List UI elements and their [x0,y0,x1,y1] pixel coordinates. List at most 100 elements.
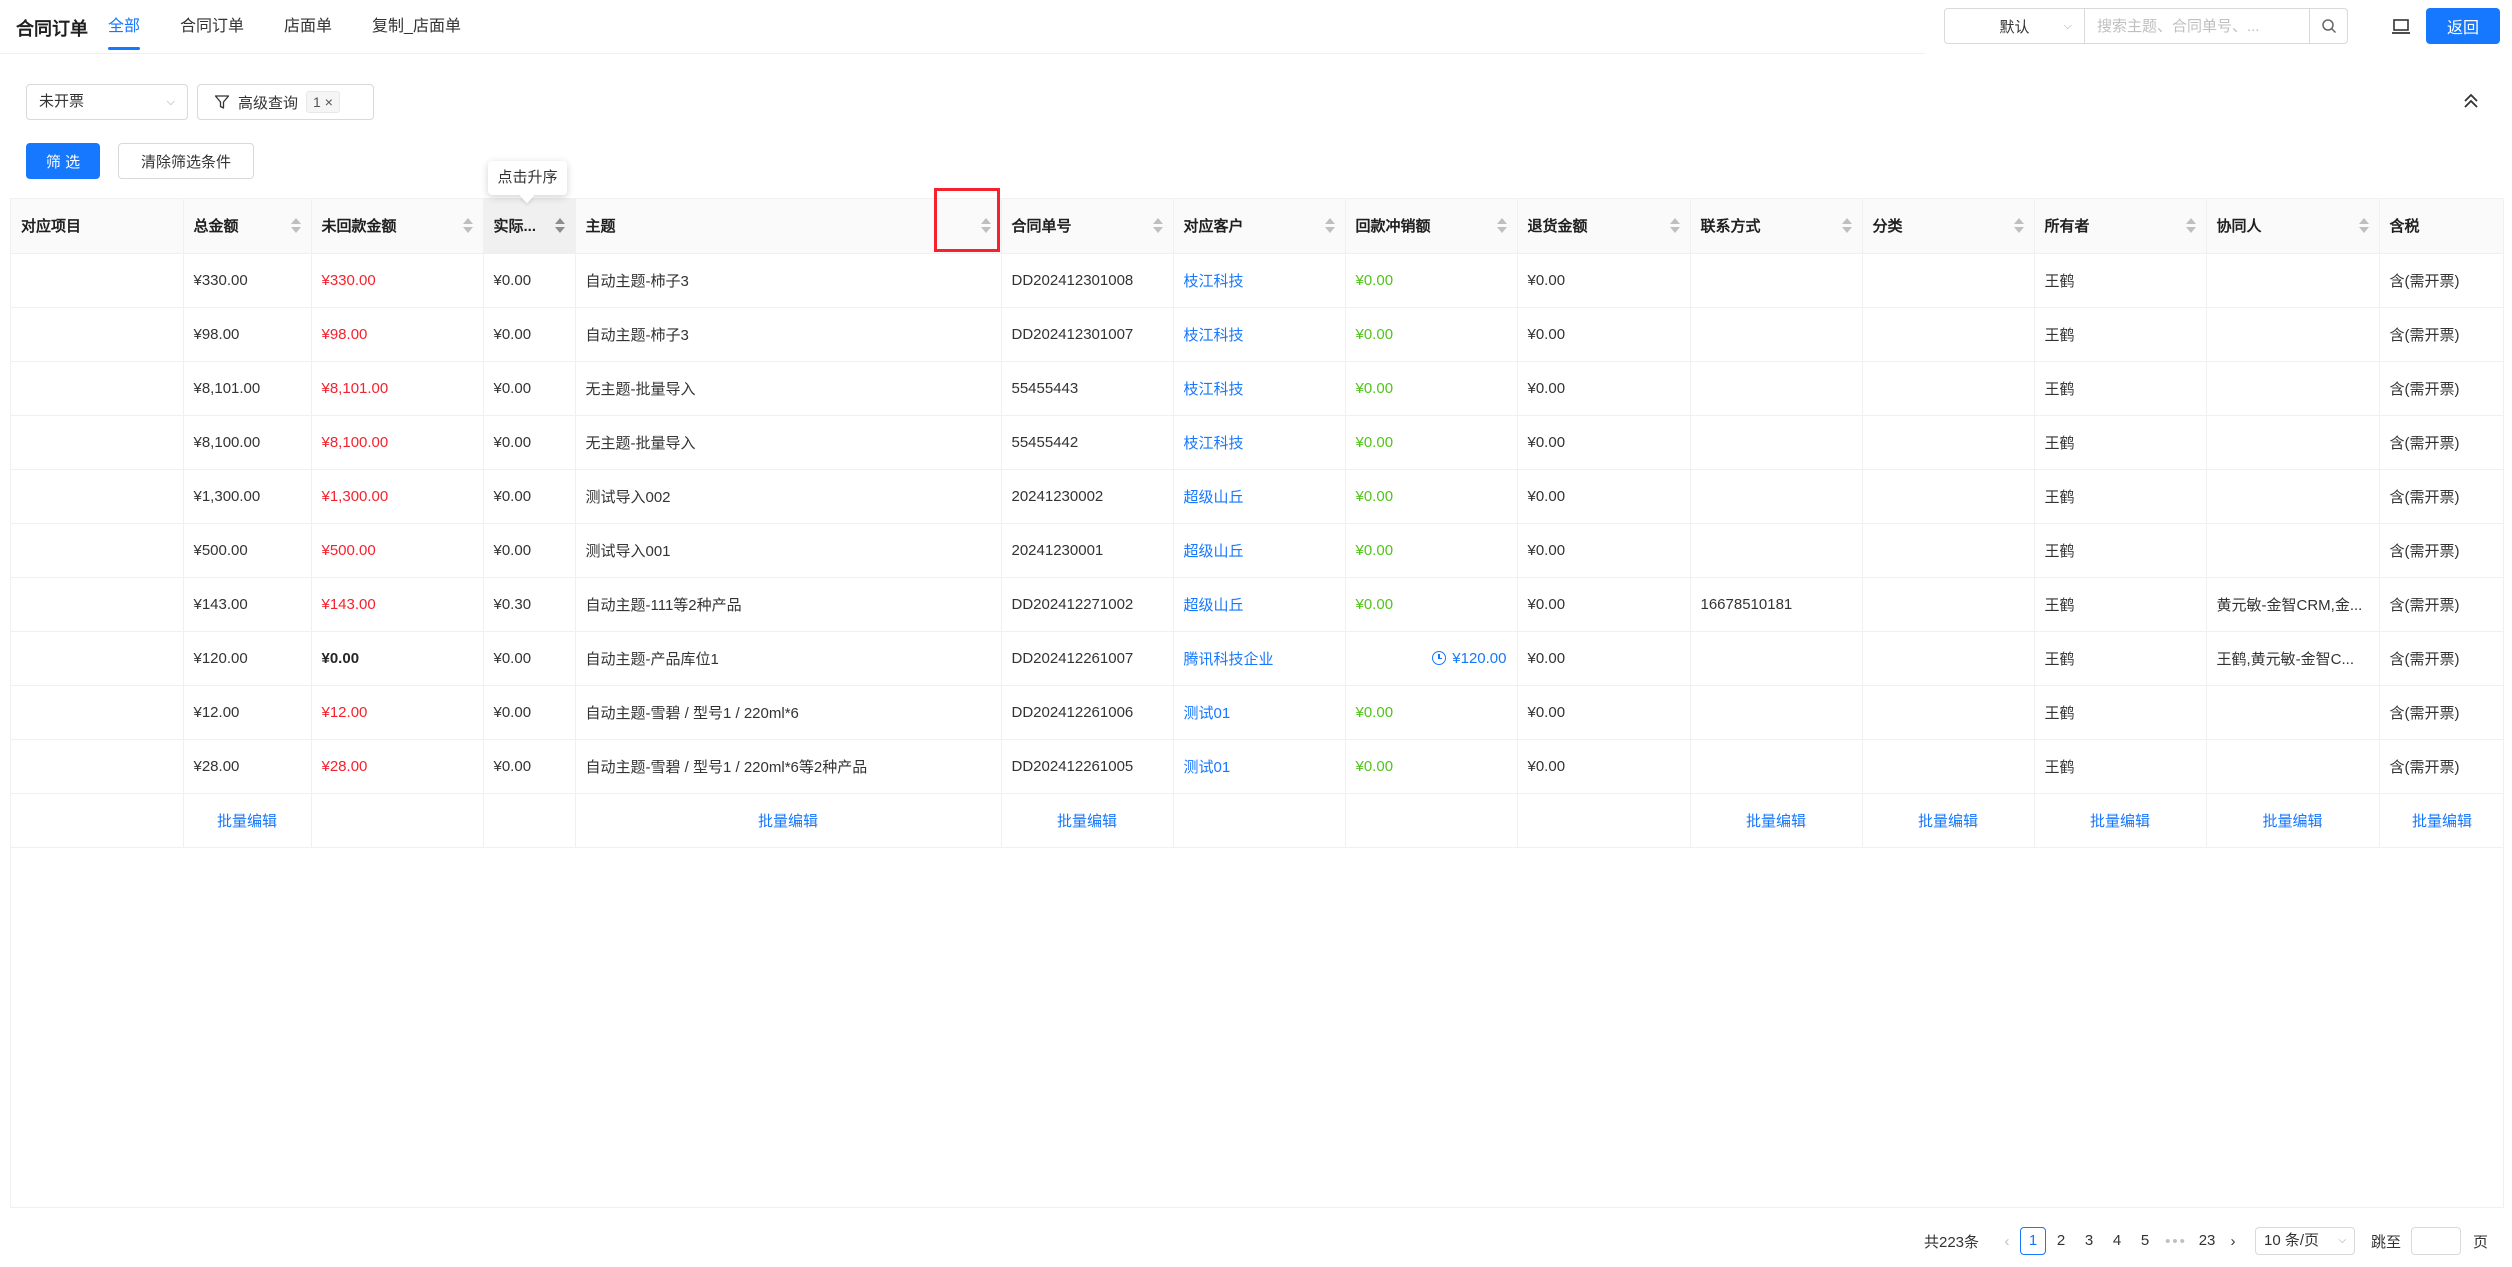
page-2[interactable]: 2 [2048,1227,2074,1255]
cell-writeoff: ¥0.00 [1345,685,1518,740]
sort-icon[interactable] [2013,218,2024,234]
col-header-tax[interactable]: 含税 [2379,199,2503,254]
layout-toggle-button[interactable] [2384,10,2418,44]
back-button[interactable]: 返回 [2426,8,2500,44]
sort-icon[interactable] [1152,218,1163,234]
customer-link[interactable]: 枝江科技 [1173,415,1346,470]
col-header-collaborator[interactable]: 协同人 [2206,199,2380,254]
batch-edit-owner-link[interactable]: 批量编辑 [2034,793,2207,848]
next-page-button[interactable]: › [2221,1233,2245,1250]
invoice-status-select[interactable]: 未开票 ⌵ [26,84,188,120]
page-4[interactable]: 4 [2104,1227,2130,1255]
table-row[interactable]: ¥1,300.00 ¥1,300.00 ¥0.00 测试导入002 202412… [11,469,2503,524]
customer-link[interactable]: 枝江科技 [1173,253,1346,308]
tab-all[interactable]: 全部 [108,0,141,54]
col-header-writeoff[interactable]: 回款冲销额 [1345,199,1518,254]
cell-subject: 自动主题-雪碧 / 型号1 / 220ml*6 [575,685,1002,740]
page-5[interactable]: 5 [2132,1227,2158,1255]
page-3[interactable]: 3 [2076,1227,2102,1255]
table-row[interactable]: ¥8,100.00 ¥8,100.00 ¥0.00 无主题-批量导入 55455… [11,415,2503,470]
cell-return: ¥0.00 [1517,253,1691,308]
prev-page-button[interactable]: ‹ [1995,1233,2019,1250]
sort-icon[interactable] [554,218,565,234]
batch-edit-category-link[interactable]: 批量编辑 [1862,793,2035,848]
cell-subject: 自动主题-柿子3 [575,253,1002,308]
view-select-value: 默认 [1999,18,2030,36]
sort-icon[interactable] [1669,218,1680,234]
table-row[interactable]: ¥500.00 ¥500.00 ¥0.00 测试导入001 2024123000… [11,523,2503,578]
batch-edit-collaborator-link[interactable]: 批量编辑 [2206,793,2380,848]
cell-return: ¥0.00 [1517,415,1691,470]
more-pages-ellipsis[interactable]: ••• [2159,1233,2193,1250]
page-1[interactable]: 1 [2020,1227,2047,1255]
table-row[interactable]: ¥330.00 ¥330.00 ¥0.00 自动主题-柿子3 DD2024123… [11,253,2503,308]
table-row[interactable]: ¥8,101.00 ¥8,101.00 ¥0.00 无主题-批量导入 55455… [11,361,2503,416]
apply-filter-button[interactable]: 筛 选 [26,143,100,179]
table-row[interactable]: ¥28.00 ¥28.00 ¥0.00 自动主题-雪碧 / 型号1 / 220m… [11,739,2503,794]
customer-link[interactable]: 枝江科技 [1173,361,1346,416]
cell-tax: 含(需开票) [2379,469,2503,524]
batch-edit-tax-link[interactable]: 批量编辑 [2379,793,2503,848]
customer-link[interactable]: 腾讯科技企业 [1173,631,1346,686]
cell-project [11,685,184,740]
customer-link[interactable]: 超级山丘 [1173,577,1346,632]
customer-link[interactable]: 枝江科技 [1173,307,1346,362]
table-row[interactable]: ¥120.00 ¥0.00 ¥0.00 自动主题-产品库位1 DD2024122… [11,631,2503,686]
cell-subject: 自动主题-雪碧 / 型号1 / 220ml*6等2种产品 [575,739,1002,794]
chevron-down-icon: ⌵ [2338,1235,2347,1246]
view-select[interactable]: 默认 ⌵ [1945,9,2085,43]
advanced-query-label: 高级查询 [238,94,299,112]
col-header-contact[interactable]: 联系方式 [1690,199,1863,254]
col-header-return[interactable]: 退货金额 [1517,199,1691,254]
col-header-unpaid[interactable]: 未回款金额 [311,199,484,254]
clock-icon [1432,650,1447,665]
customer-link[interactable]: 测试01 [1173,739,1346,794]
cell-collaborator: 王鹤,黄元敏-金智C... [2206,631,2380,686]
customer-link[interactable]: 超级山丘 [1173,523,1346,578]
col-header-order-no[interactable]: 合同单号 [1001,199,1174,254]
cell-project [11,469,184,524]
sort-icon[interactable] [1841,218,1852,234]
cell-return: ¥0.00 [1517,685,1691,740]
tab-copy-store-orders[interactable]: 复制_店面单 [372,0,461,54]
batch-edit-order-no-link[interactable]: 批量编辑 [1001,793,1174,848]
search-button[interactable] [2309,9,2347,43]
col-header-customer[interactable]: 对应客户 [1173,199,1346,254]
cell-total: ¥98.00 [183,307,312,362]
sort-icon[interactable] [2185,218,2196,234]
col-header-total[interactable]: 总金额 [183,199,312,254]
tab-contract-orders[interactable]: 合同订单 [180,0,244,54]
table-row[interactable]: ¥143.00 ¥143.00 ¥0.30 自动主题-111等2种产品 DD20… [11,577,2503,632]
table-row[interactable]: ¥12.00 ¥12.00 ¥0.00 自动主题-雪碧 / 型号1 / 220m… [11,685,2503,740]
search-input[interactable] [2085,9,2309,43]
advanced-query-count-tag[interactable]: 1 × [306,91,340,113]
cell-writeoff-pending[interactable]: ¥120.00 [1345,631,1518,686]
col-header-owner[interactable]: 所有者 [2034,199,2207,254]
page-size-select[interactable]: 10 条/页 ⌵ [2255,1227,2356,1255]
cell-subject: 自动主题-产品库位1 [575,631,1002,686]
col-header-actual[interactable]: 实际... [483,199,576,254]
clear-filter-button[interactable]: 清除筛选条件 [118,143,254,179]
cell-unpaid: ¥8,100.00 [311,415,484,470]
sort-icon[interactable] [1496,218,1507,234]
col-header-project[interactable]: 对应项目 [11,199,184,254]
batch-edit-total-link[interactable]: 批量编辑 [183,793,312,848]
sort-icon[interactable] [2358,218,2369,234]
sort-icon[interactable] [462,218,473,234]
advanced-query-button[interactable]: 高级查询 1 × [197,84,374,120]
batch-edit-subject-link[interactable]: 批量编辑 [575,793,1002,848]
cell-contact [1690,361,1863,416]
batch-edit-contact-link[interactable]: 批量编辑 [1690,793,1863,848]
tab-store-orders[interactable]: 店面单 [284,0,332,54]
customer-link[interactable]: 超级山丘 [1173,469,1346,524]
cell-actual: ¥0.00 [483,253,576,308]
cell-tax: 含(需开票) [2379,523,2503,578]
page-last[interactable]: 23 [2194,1227,2220,1255]
sort-icon[interactable] [290,218,301,234]
table-row[interactable]: ¥98.00 ¥98.00 ¥0.00 自动主题-柿子3 DD202412301… [11,307,2503,362]
customer-link[interactable]: 测试01 [1173,685,1346,740]
collapse-filters-button[interactable] [2454,84,2488,118]
jump-page-input[interactable] [2411,1227,2462,1255]
col-header-category[interactable]: 分类 [1862,199,2035,254]
sort-icon[interactable] [1324,218,1335,234]
